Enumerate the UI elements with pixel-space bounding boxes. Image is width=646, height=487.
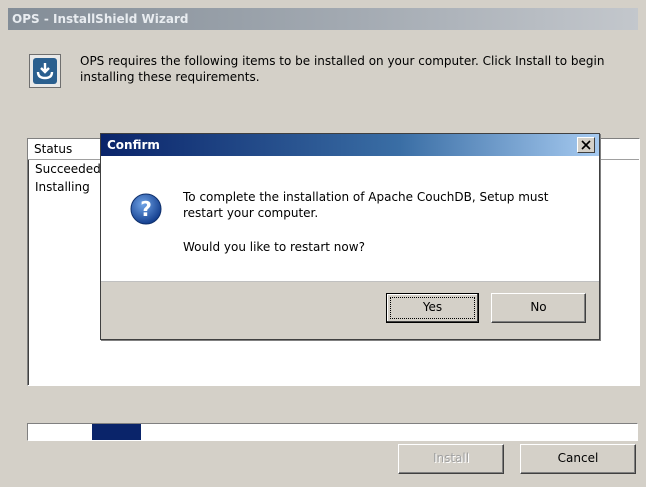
list-item: Succeeded xyxy=(35,162,101,176)
yes-button[interactable]: Yes xyxy=(386,293,479,323)
confirm-footer: Yes No xyxy=(101,281,599,339)
install-button[interactable]: Install xyxy=(398,444,504,474)
confirm-message: To complete the installation of Apache C… xyxy=(183,190,549,220)
confirm-question: Would you like to restart now? xyxy=(183,240,365,254)
list-item: Installing xyxy=(35,180,90,194)
status-column-header[interactable]: Status xyxy=(28,139,108,159)
installer-icon xyxy=(29,54,61,88)
confirm-title-bar[interactable]: Confirm xyxy=(101,134,599,156)
confirm-title: Confirm xyxy=(107,138,160,152)
wizard-title-bar[interactable]: OPS - InstallShield Wizard xyxy=(8,8,638,30)
confirm-dialog: Confirm ? To complete the installation o… xyxy=(100,133,600,340)
question-icon: ? xyxy=(130,193,162,228)
svg-text:?: ? xyxy=(140,197,152,221)
close-icon[interactable] xyxy=(577,137,595,153)
no-button[interactable]: No xyxy=(491,293,586,323)
wizard-title: OPS - InstallShield Wizard xyxy=(12,12,189,26)
progress-bar xyxy=(27,423,638,441)
cancel-button[interactable]: Cancel xyxy=(520,444,636,474)
progress-bar-fill xyxy=(92,424,141,440)
intro-text: OPS requires the following items to be i… xyxy=(80,54,605,84)
